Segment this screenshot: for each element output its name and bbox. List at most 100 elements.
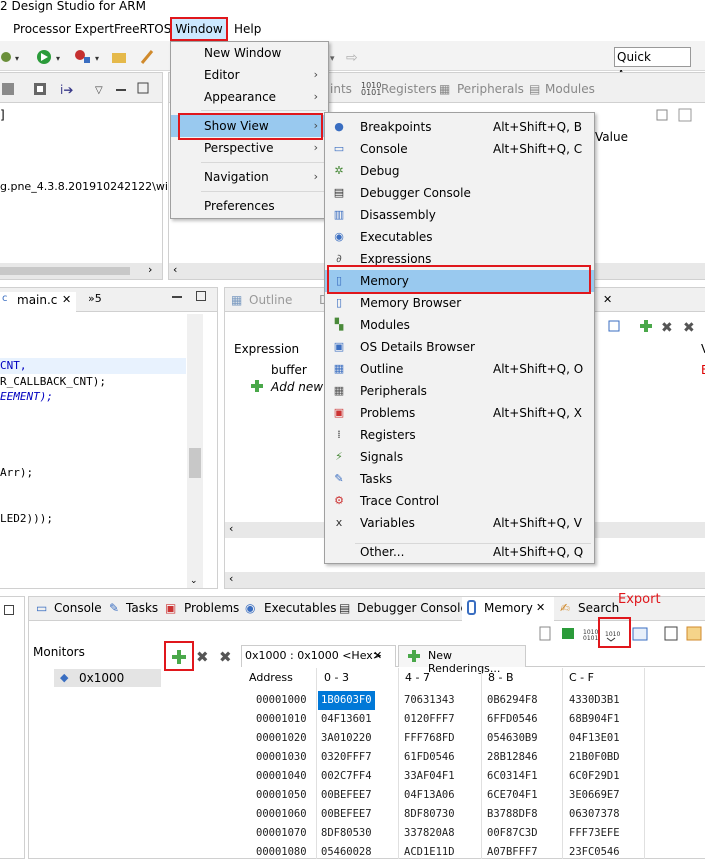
scroll-right-arrow[interactable]: › [148, 263, 152, 276]
tab-peripherals[interactable]: Peripherals [457, 82, 524, 96]
memory-cell-bytes-4-7[interactable]: 8DF80730 [404, 805, 455, 824]
editor-overflow-tabs[interactable]: »5 [88, 292, 102, 305]
scrollbar-thumb[interactable] [0, 267, 130, 275]
show-view-item-signals[interactable]: ⚡ Signals [325, 446, 594, 468]
memory-cell-bytes-8-b[interactable]: B3788DF8 [487, 805, 538, 824]
memory-cell-bytes-4-7[interactable]: FFF768FD [404, 729, 455, 748]
show-view-item-trace-control[interactable]: ⚙ Trace Control [325, 490, 594, 512]
tab-memory-active[interactable]: Memory ✕ [462, 597, 554, 621]
remove-all-monitors-icon[interactable]: ✖ [219, 648, 232, 666]
memory-cell-bytes-c-f[interactable]: FFF73EFE [569, 824, 620, 843]
memory-cell-bytes-4-7[interactable]: 33AF04F1 [404, 767, 455, 786]
close-icon[interactable]: ✕ [536, 601, 545, 614]
memory-cell-bytes-c-f[interactable]: 4330D3B1 [569, 691, 620, 710]
show-view-item-variables[interactable]: x Variables Alt+Shift+Q, V [325, 512, 594, 534]
memory-cell-bytes-8-b[interactable]: 6C0314F1 [487, 767, 538, 786]
memory-cell-bytes-0-3[interactable]: 8DF80530 [321, 824, 372, 843]
toolbar-icons[interactable]: ▾ ▾ ▾ [0, 47, 160, 67]
close-icon[interactable]: ✕ [603, 293, 612, 306]
show-view-item-peripherals[interactable]: ▦ Peripherals [325, 380, 594, 402]
tab-breakpoints-partial[interactable]: ints [330, 82, 352, 96]
memory-tool-icons[interactable]: 10100101 1010 [537, 625, 705, 643]
memory-cell-bytes-4-7[interactable]: 70631343 [404, 691, 455, 710]
memory-cell-bytes-0-3[interactable]: 04F13601 [321, 710, 372, 729]
tab-debugger-console[interactable]: Debugger Console [357, 601, 468, 615]
editor-tab-main-c[interactable]: c main.c ✕ [0, 292, 76, 312]
memory-cell-bytes-0-3[interactable]: 05460028 [321, 843, 372, 859]
memory-cell-bytes-8-b[interactable]: A07BFFF7 [487, 843, 538, 859]
scroll-left-arrow-2[interactable]: ‹ [229, 572, 233, 585]
memory-cell-bytes-c-f[interactable]: 6C0F29D1 [569, 767, 620, 786]
memory-cell-bytes-c-f[interactable]: 06307378 [569, 805, 620, 824]
memory-cell-bytes-4-7[interactable]: ACD1E11D [404, 843, 455, 859]
menu-help[interactable]: Help [234, 17, 261, 41]
memory-cell-bytes-8-b[interactable]: 6CE704F1 [487, 786, 538, 805]
show-view-item-disassembly[interactable]: ▥ Disassembly [325, 204, 594, 226]
memory-cell-bytes-0-3[interactable]: 3A010220 [321, 729, 372, 748]
show-view-item-modules[interactable]: ▚ Modules [325, 314, 594, 336]
menu-editor[interactable]: Editor › [171, 64, 328, 86]
scroll-down-arrow[interactable]: ⌄ [190, 576, 198, 586]
outline-hscroll-2[interactable]: ‹ [225, 572, 705, 588]
left-top-tool-icons[interactable]: i➔ ▽ [0, 80, 160, 98]
tab-executables[interactable]: Executables [264, 601, 337, 615]
memory-cell-bytes-c-f[interactable]: 68B904F1 [569, 710, 620, 729]
memory-cell-bytes-8-b[interactable]: 28B12846 [487, 748, 538, 767]
menu-new-window[interactable]: New Window [171, 42, 328, 64]
memory-cell-bytes-c-f[interactable]: 3E0669E7 [569, 786, 620, 805]
show-view-item-breakpoints[interactable]: ● Breakpoints Alt+Shift+Q, B [325, 116, 594, 138]
menu-processor-expert[interactable]: Processor Expert [13, 17, 114, 41]
maximize-icon[interactable] [196, 291, 206, 301]
show-view-item-registers[interactable]: ⁞ Registers [325, 424, 594, 446]
maximize-icon[interactable] [4, 605, 14, 615]
show-view-item-memory-browser[interactable]: ▯ Memory Browser [325, 292, 594, 314]
tab-console[interactable]: Console [54, 601, 102, 615]
editor-vscroll-thumb[interactable] [189, 448, 201, 478]
show-view-item-problems[interactable]: ▣ Problems Alt+Shift+Q, X [325, 402, 594, 424]
scroll-left-arrow[interactable]: ‹ [229, 522, 233, 535]
tab-registers[interactable]: Registers [381, 82, 437, 96]
tab-problems[interactable]: Problems [184, 601, 239, 615]
tab-search[interactable]: Search [578, 601, 619, 615]
rendering-tab-new[interactable]: New Renderings... [398, 645, 526, 675]
close-icon[interactable]: ✕ [373, 649, 382, 662]
tab-modules[interactable]: Modules [545, 82, 595, 96]
menu-appearance[interactable]: Appearance › [171, 86, 328, 108]
expressions-tool-icons[interactable]: ✖ ✖ [593, 318, 705, 336]
expression-buffer[interactable]: buffer [271, 363, 307, 377]
show-view-item-other[interactable]: Other... Alt+Shift+Q, Q [325, 541, 594, 563]
add-expression-icon[interactable] [251, 380, 263, 392]
tab-outline[interactable]: Outline [249, 293, 292, 307]
memory-cell-bytes-8-b[interactable]: 0B6294F8 [487, 691, 538, 710]
memory-cell-bytes-8-b[interactable]: 00F87C3D [487, 824, 538, 843]
memory-cell-bytes-4-7[interactable]: 337820A8 [404, 824, 455, 843]
memory-cell-bytes-8-b[interactable]: 6FFD0546 [487, 710, 538, 729]
show-view-item-debugger-console[interactable]: ▤ Debugger Console [325, 182, 594, 204]
scroll-left-arrow[interactable]: ‹ [173, 263, 177, 276]
minimize-icon[interactable] [172, 296, 182, 298]
menu-navigation[interactable]: Navigation › [171, 166, 328, 188]
memory-cell-bytes-c-f[interactable]: 21B0F0BD [569, 748, 620, 767]
memory-cell-bytes-0-3[interactable]: 00BEFEE7 [321, 786, 372, 805]
nav-arrows[interactable]: ▾ ⇨ [330, 49, 370, 65]
show-view-item-tasks[interactable]: ✎ Tasks [325, 468, 594, 490]
memory-cell-bytes-0-3[interactable]: 1B0603F0 [318, 691, 375, 710]
menu-preferences[interactable]: Preferences [171, 195, 328, 217]
show-view-item-outline[interactable]: ▦ Outline Alt+Shift+Q, O [325, 358, 594, 380]
menu-perspective[interactable]: Perspective › [171, 137, 328, 159]
variables-tool-icons[interactable] [655, 107, 705, 123]
memory-cell-bytes-0-3[interactable]: 00BEFEE7 [321, 805, 372, 824]
memory-cell-bytes-4-7[interactable]: 04F13A06 [404, 786, 455, 805]
show-view-item-console[interactable]: ▭ Console Alt+Shift+Q, C [325, 138, 594, 160]
memory-cell-bytes-0-3[interactable]: 0320FFF7 [321, 748, 372, 767]
memory-cell-bytes-0-3[interactable]: 002C7FF4 [321, 767, 372, 786]
tab-tasks[interactable]: Tasks [126, 601, 158, 615]
memory-cell-bytes-c-f[interactable]: 04F13E01 [569, 729, 620, 748]
memory-cell-bytes-4-7[interactable]: 0120FFF7 [404, 710, 455, 729]
monitor-item[interactable]: ◆ 0x1000 [54, 669, 161, 687]
remove-monitor-icon[interactable]: ✖ [196, 648, 209, 666]
add-monitor-icon[interactable] [172, 650, 186, 664]
horizontal-scrollbar[interactable]: › [0, 263, 162, 279]
memory-cell-bytes-4-7[interactable]: 61FD0546 [404, 748, 455, 767]
show-view-item-executables[interactable]: ◉ Executables [325, 226, 594, 248]
